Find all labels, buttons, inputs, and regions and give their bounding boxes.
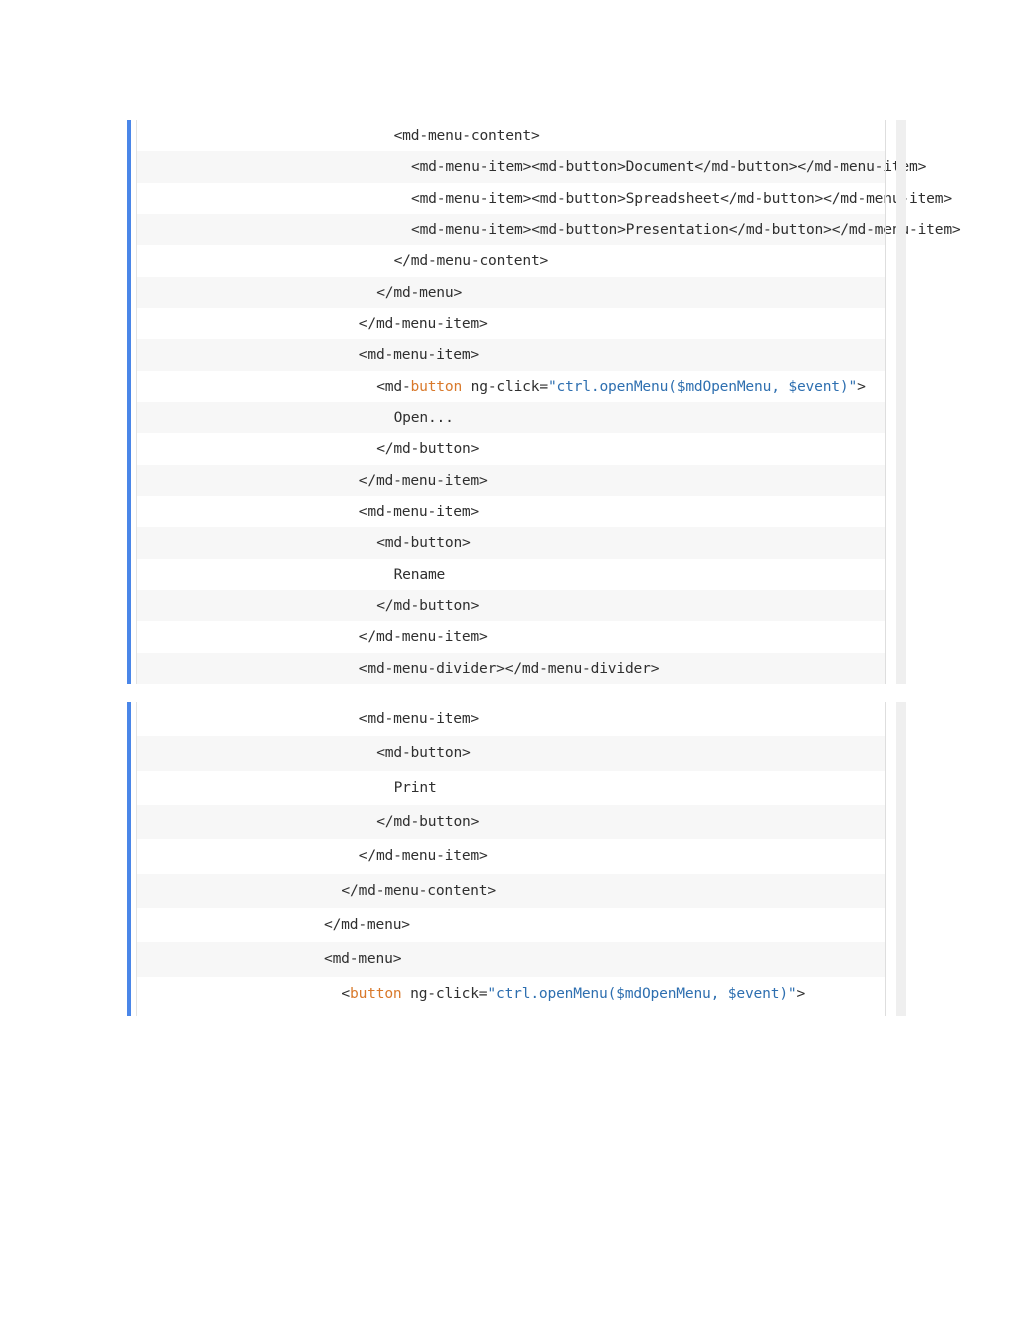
code-line: Rename — [137, 559, 885, 590]
code-block-accent-bar — [127, 120, 131, 684]
code-tag-close: > — [797, 985, 806, 1002]
code-lines: <md-menu-item> <md-button> Print </md-butto… — [137, 702, 885, 1011]
code-attribute: ng-click= — [462, 378, 548, 395]
code-line: <md-button> — [137, 736, 885, 770]
code-text: <md-menu-item><md-button>Spreadsheet</md… — [411, 190, 952, 207]
code-text: </md-button> — [376, 440, 479, 457]
code-text: Print — [394, 779, 437, 796]
code-line: </md-menu> — [137, 277, 885, 308]
code-line: <md-menu> — [137, 942, 885, 976]
code-line: </md-button> — [137, 433, 885, 464]
code-attribute: ng-click= — [402, 985, 488, 1002]
code-text: </md-menu> — [324, 916, 410, 933]
code-string: "ctrl.openMenu($mdOpenMenu, $event)" — [487, 985, 796, 1002]
code-line: <md-menu-item> — [137, 339, 885, 370]
code-text: <md-menu-item> — [359, 710, 479, 727]
code-line: </md-menu-item> — [137, 621, 885, 652]
code-string: "ctrl.openMenu($mdOpenMenu, $event)" — [548, 378, 857, 395]
code-line: <md-menu-divider></md-menu-divider> — [137, 653, 885, 684]
code-line: </md-menu-item> — [137, 308, 885, 339]
code-tag-name: button — [411, 378, 463, 395]
code-line: </md-menu-content> — [137, 245, 885, 276]
code-lines: <md-menu-content><md-menu-item><md-butto… — [137, 120, 885, 684]
code-block-accent-bar — [127, 702, 131, 1016]
code-text: </md-menu-content> — [394, 252, 549, 269]
code-block-right-rule — [885, 702, 886, 1016]
code-line: </md-menu-content> — [137, 874, 885, 908]
code-line: Print — [137, 771, 885, 805]
code-line: <md-menu-item><md-button>Document</md-bu… — [137, 151, 885, 182]
code-text: < — [341, 985, 350, 1002]
code-block-right-rule — [885, 120, 886, 684]
code-line: Open... — [137, 402, 885, 433]
code-text: <md-menu-item> — [359, 346, 479, 363]
code-text: <md-button> — [376, 744, 470, 761]
code-text: <md-menu-item><md-button>Document</md-bu… — [411, 158, 926, 175]
code-tag-name: button — [350, 985, 402, 1002]
code-line: <button ng-click="ctrl.openMenu($mdOpenM… — [137, 977, 885, 1011]
code-block-scroll-gutter — [896, 120, 906, 684]
code-text: Open... — [394, 409, 454, 426]
code-line: </md-button> — [137, 590, 885, 621]
code-text: </md-button> — [376, 813, 479, 830]
code-text: <md-button> — [376, 534, 470, 551]
code-block-scroll-gutter — [896, 702, 906, 1016]
code-line: <md-menu-item> — [137, 496, 885, 527]
code-text: </md-menu-item> — [359, 472, 488, 489]
code-tag-close: > — [857, 378, 866, 395]
code-block-2: <md-menu-item> <md-button> Print </md-butto… — [124, 702, 907, 1016]
code-line: </md-menu-item> — [137, 839, 885, 873]
code-text: <md-menu-content> — [394, 127, 540, 144]
code-text: </md-menu-item> — [359, 628, 488, 645]
code-text: <md-menu-item> — [359, 503, 479, 520]
code-text: </md-button> — [376, 597, 479, 614]
code-line: <md-menu-item><md-button>Presentation</m… — [137, 214, 885, 245]
code-text: </md-menu> — [376, 284, 462, 301]
code-text: <md-menu-divider></md-menu-divider> — [359, 660, 660, 677]
code-line: <md-menu-item> — [137, 702, 885, 736]
code-line: <md-button ng-click="ctrl.openMenu($mdOp… — [137, 371, 885, 402]
code-text: <md-menu> — [324, 950, 401, 967]
code-text: <md- — [376, 378, 410, 395]
code-text: </md-menu-item> — [359, 315, 488, 332]
code-line: </md-menu-item> — [137, 465, 885, 496]
code-line: <md-button> — [137, 527, 885, 558]
code-text: </md-menu-item> — [359, 847, 488, 864]
code-line: </md-button> — [137, 805, 885, 839]
code-block-1: <md-menu-content><md-menu-item><md-butto… — [124, 120, 907, 684]
code-line: <md-menu-content> — [137, 120, 885, 151]
code-text: <md-menu-item><md-button>Presentation</m… — [411, 221, 961, 238]
code-line: <md-menu-item><md-button>Spreadsheet</md… — [137, 183, 885, 214]
code-text: Rename — [394, 566, 446, 583]
code-text: </md-menu-content> — [341, 882, 496, 899]
code-line: </md-menu> — [137, 908, 885, 942]
